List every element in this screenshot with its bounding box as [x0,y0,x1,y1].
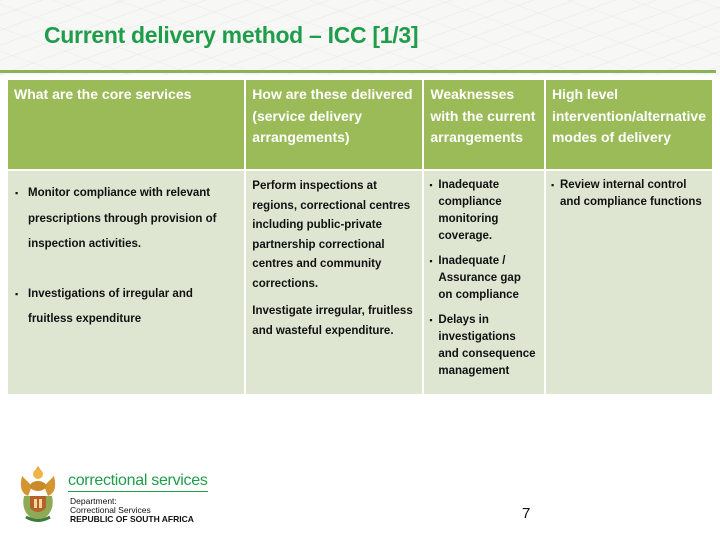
cell-interventions: Review internal control and compliance f… [545,171,712,394]
cell-core-services: Monitor compliance with relevant prescri… [8,171,245,394]
title-divider [0,70,716,73]
header-core-services: What are the core services [8,80,245,169]
delivery-method-table: What are the core services How are these… [6,78,714,396]
interventions-list: Review internal control and compliance f… [551,177,706,211]
header-delivery: How are these delivered (service deliver… [246,80,423,169]
list-item: Monitor compliance with relevant prescri… [15,181,238,258]
list-item: Inadequate compliance monitoring coverag… [429,177,538,245]
coat-of-arms-icon [20,466,56,522]
brand-name: correctional services [68,472,208,492]
weaknesses-list: Inadequate compliance monitoring coverag… [429,177,538,380]
delivery-text: Perform inspections at regions, correcti… [252,180,411,290]
cell-delivery: Perform inspections at regions, correcti… [246,171,423,394]
table-header-row: What are the core services How are these… [8,80,712,169]
page-number: 7 [522,505,531,522]
cell-weaknesses: Inadequate compliance monitoring coverag… [424,171,544,394]
list-item: Investigations of irregular and fruitles… [15,282,238,333]
core-services-list: Monitor compliance with relevant prescri… [14,181,238,333]
list-item: Review internal control and compliance f… [551,177,706,211]
department-logo: correctional services Department: Correc… [14,462,224,528]
slide-title: Current delivery method – ICC [1/3] [44,22,419,48]
table-row: Monitor compliance with relevant prescri… [8,171,712,394]
header-weaknesses: Weaknesses with the current arrangements [424,80,544,169]
list-item: Inadequate / Assurance gap on compliance [429,253,538,304]
list-item: Delays in investigations and consequence… [429,312,538,380]
country-name: REPUBLIC OF SOUTH AFRICA [70,514,194,524]
header-interventions: High level intervention/alternative mode… [545,80,712,169]
delivery-text: Investigate irregular, fruitless and was… [252,305,413,337]
